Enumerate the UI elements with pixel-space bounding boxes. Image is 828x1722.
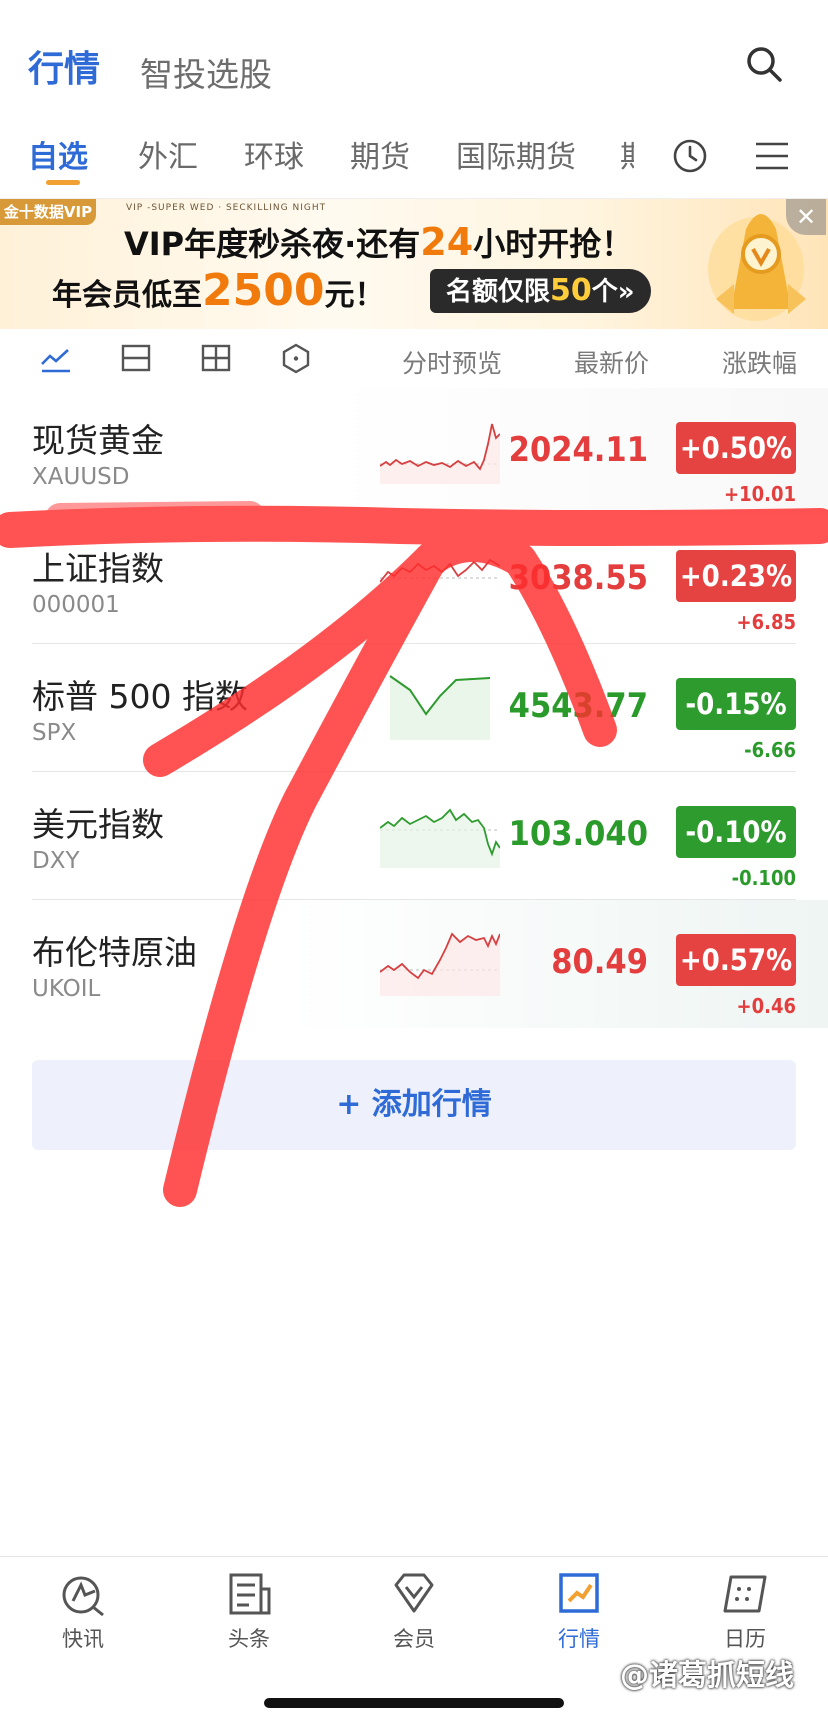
quote-price: 80.49 xyxy=(551,942,648,982)
quote-change-value: +10.01 xyxy=(724,482,796,506)
add-quote-button[interactable]: + 添加行情 xyxy=(32,1060,796,1150)
tab-watchlist[interactable]: 自选 xyxy=(28,132,88,176)
vip-diamond-icon xyxy=(394,1573,434,1613)
quote-change-value: +6.85 xyxy=(736,610,796,634)
quote-change-value: +0.46 xyxy=(736,994,796,1018)
sparkline-chart xyxy=(380,808,500,868)
vip-promo-banner[interactable]: 金十数据VIP VIP -SUPER WED · SECKILLING NIGH… xyxy=(0,198,828,329)
quote-change-pct[interactable]: +0.23% xyxy=(676,550,796,602)
quote-change-pct[interactable]: +0.50% xyxy=(676,422,796,474)
quote-code: SPX xyxy=(32,720,77,746)
split-view-icon[interactable] xyxy=(120,342,152,374)
quote-price: 2024.11 xyxy=(508,430,648,470)
tab-intl-futures[interactable]: 国际期货 xyxy=(456,132,576,176)
banner-price-line: 年会员低至2500元！ xyxy=(52,265,385,316)
quote-price: 3038.55 xyxy=(508,558,648,598)
banner-close-button[interactable]: ✕ xyxy=(786,199,826,235)
sparkline-chart xyxy=(380,423,500,484)
quote-name: 布伦特原油 xyxy=(32,933,197,972)
quote-row[interactable]: 布伦特原油 UKOIL 80.49 +0.57% +0.46 xyxy=(0,900,828,1028)
tab-global[interactable]: 环球 xyxy=(244,132,304,176)
sparkline-chart xyxy=(380,558,500,583)
col-header-change[interactable]: 涨跌幅 xyxy=(722,344,797,380)
nav-flash-news[interactable]: 快讯 xyxy=(28,1571,138,1653)
calendar-icon xyxy=(723,1575,767,1613)
search-icon[interactable] xyxy=(744,44,784,84)
flash-news-icon xyxy=(62,1576,104,1617)
page-title[interactable]: 行情 xyxy=(28,40,100,92)
headline-icon xyxy=(229,1573,271,1615)
quote-change-pct[interactable]: -0.10% xyxy=(676,806,796,858)
sparkline-chart xyxy=(380,932,500,996)
tab-forex[interactable]: 外汇 xyxy=(138,132,198,176)
nav-label: 日历 xyxy=(724,1627,766,1651)
banner-quota-pill[interactable]: 名额仅限50个» xyxy=(430,269,651,313)
nav-headlines[interactable]: 头条 xyxy=(194,1571,304,1653)
market-tabs: 自选 外汇 环球 期货 国际期货 期 xyxy=(28,132,668,192)
quote-change-pct[interactable]: -0.15% xyxy=(676,678,796,730)
active-tab-indicator xyxy=(46,180,80,185)
quote-row[interactable]: 标普 500 指数 SPX 4543.77 -0.15% -6.66 xyxy=(0,644,828,772)
tab-more-clipped[interactable]: 期 xyxy=(620,132,634,176)
banner-headline: VIP年度秒杀夜·还有24小时开抢！ xyxy=(124,220,634,264)
line-chart-view-icon[interactable] xyxy=(40,342,72,374)
quote-name: 标普 500 指数 xyxy=(32,677,248,716)
grid-view-icon[interactable] xyxy=(200,342,232,374)
quote-name: 上证指数 xyxy=(32,549,164,588)
quote-change-value: -0.100 xyxy=(731,866,796,890)
quote-code: XAUUSD xyxy=(32,464,130,490)
nav-vip[interactable]: 会员 xyxy=(359,1571,469,1653)
nav-label: 快讯 xyxy=(62,1627,104,1651)
quote-name: 美元指数 xyxy=(32,805,164,844)
col-header-chart: 分时预览 xyxy=(402,349,503,378)
quote-code: UKOIL xyxy=(32,976,101,1002)
watermark-text: @诸葛抓短线 xyxy=(620,1658,795,1692)
quote-code: DXY xyxy=(32,848,80,874)
view-toolbar: 分时预览 最新价 涨跌幅 xyxy=(0,330,828,388)
nav-label: 会员 xyxy=(393,1627,435,1651)
quote-price: 103.040 xyxy=(508,814,648,854)
quote-change-pct[interactable]: +0.57% xyxy=(676,934,796,986)
sparkline-chart xyxy=(389,675,491,740)
quote-change-value: -6.66 xyxy=(744,738,796,762)
clock-icon[interactable] xyxy=(672,138,708,174)
nav-market[interactable]: 行情 xyxy=(524,1571,634,1653)
banner-badge: 金十数据VIP xyxy=(0,199,96,225)
quote-code: 000001 xyxy=(32,592,120,618)
home-indicator[interactable] xyxy=(264,1698,564,1708)
quote-price: 4543.77 xyxy=(508,686,648,726)
nav-calendar[interactable]: 日历 xyxy=(690,1571,800,1653)
quote-row[interactable]: 现货黄金 XAUUSD 2024.11 +0.50% +10.01 xyxy=(0,388,828,516)
tab-futures[interactable]: 期货 xyxy=(350,132,410,176)
nav-label: 行情 xyxy=(558,1627,600,1651)
quote-name: 现货黄金 xyxy=(32,421,164,460)
banner-small-text: VIP -SUPER WED · SECKILLING NIGHT xyxy=(126,203,327,213)
quote-row[interactable]: 上证指数 000001 3038.55 +0.23% +6.85 xyxy=(0,516,828,644)
hexagon-view-icon[interactable] xyxy=(280,342,312,374)
col-header-price[interactable]: 最新价 xyxy=(574,344,649,380)
menu-icon[interactable] xyxy=(754,140,790,172)
nav-label: 头条 xyxy=(228,1627,270,1651)
quote-row[interactable]: 美元指数 DXY 103.040 -0.10% -0.100 xyxy=(0,772,828,900)
smart-stock-picker-tab[interactable]: 智投选股 xyxy=(140,48,272,96)
market-icon xyxy=(559,1573,599,1613)
